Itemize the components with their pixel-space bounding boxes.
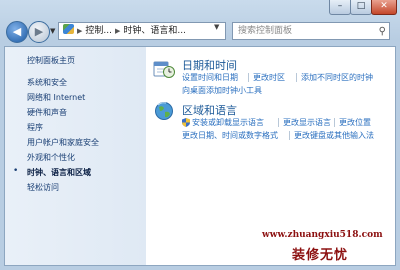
sidebar-item-user-accounts[interactable]: 用户帐户和家庭安全 [27, 137, 99, 148]
set-time-date-link[interactable]: 设置时间和日期 [182, 72, 238, 83]
maximize-button[interactable]: □ [350, 0, 372, 15]
change-timezone-link[interactable]: 更改时区 [253, 72, 285, 83]
change-format-link[interactable]: 更改日期、时间或数字格式 [182, 130, 278, 141]
change-display-language-link[interactable]: 更改显示语言 [283, 117, 331, 128]
title-bar: – □ ✕ [0, 0, 400, 18]
breadcrumb-separator-icon: ▶ [114, 27, 121, 35]
link-separator [289, 131, 290, 140]
watermark-text: 装修无忧 [292, 248, 349, 263]
install-display-language-link[interactable]: 安装或卸载显示语言 [192, 117, 264, 128]
breadcrumb-separator-icon: ▶ [77, 27, 83, 35]
sidebar-item-appearance[interactable]: 外观和个性化 [27, 152, 75, 163]
globe-icon [155, 102, 173, 120]
recent-pages-dropdown[interactable]: ▼ [50, 27, 55, 35]
minimize-button[interactable]: – [329, 0, 351, 15]
back-arrow-icon: ◀ [12, 25, 22, 38]
search-icon[interactable]: ⚲ [379, 24, 386, 40]
forward-arrow-icon: ▶ [34, 25, 44, 38]
change-keyboard-link[interactable]: 更改键盘或其他输入法 [294, 130, 374, 141]
sidebar-item-network[interactable]: 网络和 Internet [27, 92, 85, 103]
calendar-clock-icon [153, 61, 175, 78]
sidebar-item-ease-of-access[interactable]: 轻松访问 [27, 182, 59, 193]
link-separator [248, 73, 249, 82]
change-location-link[interactable]: 更改位置 [339, 117, 371, 128]
active-bullet-icon: • [13, 166, 19, 176]
sidebar-item-programs[interactable]: 程序 [27, 122, 43, 133]
link-separator [296, 73, 297, 82]
sidebar-item-home[interactable]: 控制面板主页 [27, 55, 75, 66]
search-placeholder: 搜索控制面板 [238, 26, 293, 36]
refresh-icon[interactable] [214, 23, 230, 39]
datetime-title[interactable]: 日期和时间 [182, 57, 237, 73]
add-clocks-link[interactable]: 添加不同时区的时钟 [301, 72, 373, 83]
search-input[interactable]: 搜索控制面板 ⚲ [232, 22, 390, 40]
control-panel-icon [63, 24, 74, 34]
add-clock-gadget-link[interactable]: 向桌面添加时钟小工具 [182, 85, 262, 96]
link-separator [278, 118, 279, 127]
navigation-bar: ◀ ▶ ▼ ▶ 控制... ▶ 时钟、语言和... ▼ 搜索控制面板 ⚲ [0, 18, 400, 46]
link-separator [334, 118, 335, 127]
sidebar-item-clock-language[interactable]: 时钟、语言和区域 [27, 167, 91, 178]
sidebar-item-hardware-sound[interactable]: 硬件和声音 [27, 107, 67, 118]
control-panel-window: – □ ✕ ◀ ▶ ▼ ▶ 控制... ▶ 时钟、语言和... ▼ 搜索控制面板 ⚲ … [0, 0, 400, 270]
back-button[interactable]: ◀ [6, 21, 28, 43]
watermark-url: www.zhuangxiu518.com [262, 230, 383, 240]
uac-shield-icon [182, 118, 190, 127]
breadcrumb-clock-language[interactable]: 时钟、语言和... [123, 26, 186, 36]
breadcrumb-control-panel[interactable]: 控制... [85, 26, 112, 36]
sidebar: 控制面板主页 系统和安全 网络和 Internet 硬件和声音 程序 用户帐户和… [5, 47, 146, 265]
address-bar[interactable]: ▶ 控制... ▶ 时钟、语言和... [58, 22, 226, 40]
sidebar-item-system-security[interactable]: 系统和安全 [27, 77, 67, 88]
forward-button[interactable]: ▶ [28, 21, 50, 43]
close-button[interactable]: ✕ [371, 0, 397, 15]
region-language-title[interactable]: 区域和语言 [182, 102, 237, 118]
